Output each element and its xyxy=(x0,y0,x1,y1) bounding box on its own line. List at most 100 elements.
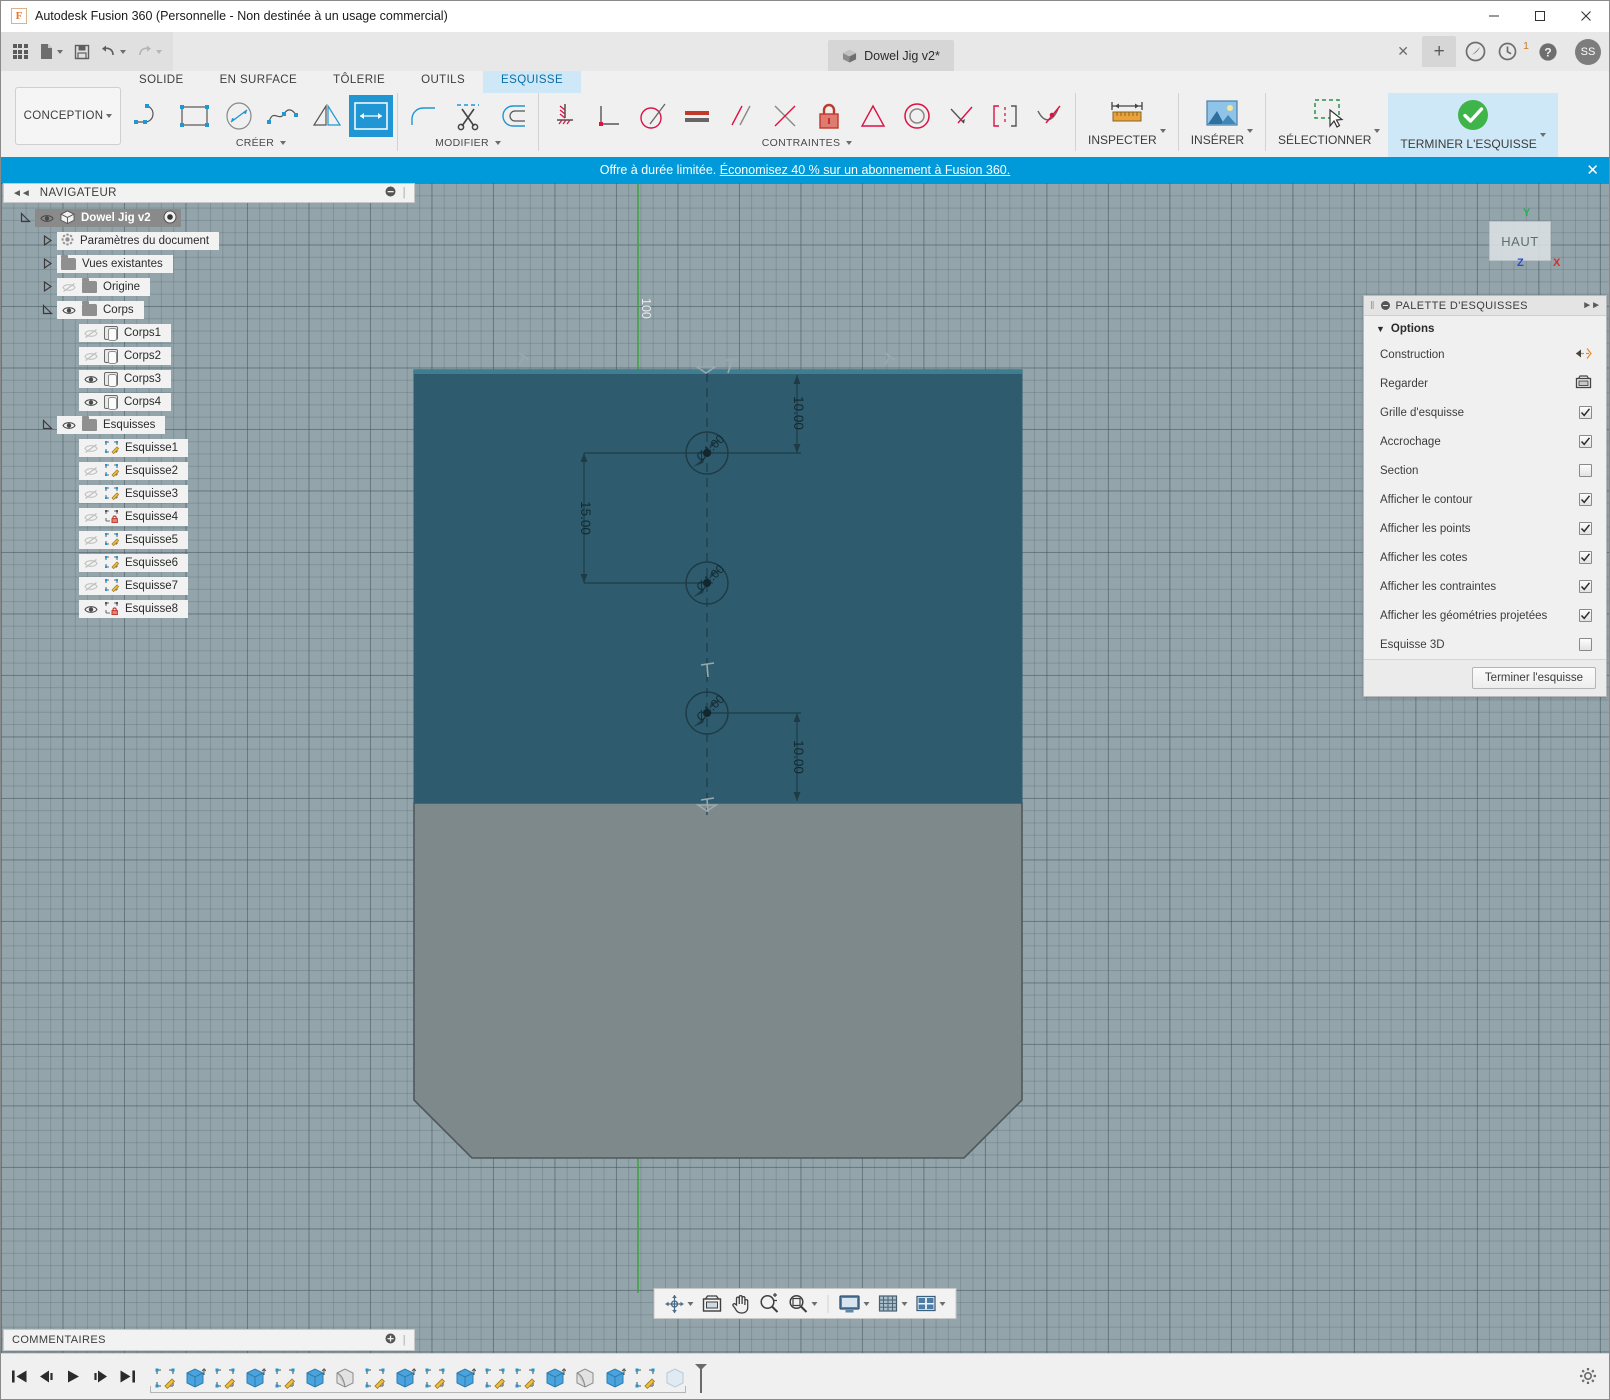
go-to-start-button[interactable] xyxy=(9,1365,29,1389)
checkbox[interactable] xyxy=(1579,551,1592,564)
tab-tolerie[interactable]: TÔLERIE xyxy=(315,71,403,93)
navigator-item-row[interactable]: Corps2 xyxy=(79,347,171,365)
navigator-item-origine[interactable]: Origine xyxy=(3,278,415,296)
palette-grip[interactable]: ‖ xyxy=(1370,300,1375,312)
navigator-item-esquisse5[interactable]: Esquisse5 xyxy=(3,531,415,549)
navigator-item-corps3[interactable]: Corps3 xyxy=(3,370,415,388)
palette-row-afficher-le-contour[interactable]: Afficher le contour xyxy=(1364,485,1606,514)
select-button[interactable]: SÉLECTIONNER xyxy=(1270,93,1388,147)
navigator-item-row[interactable]: Corps3 xyxy=(79,370,171,388)
lock-constraint-icon[interactable] xyxy=(807,95,851,137)
visibility-eye-off-icon[interactable] xyxy=(83,350,98,363)
zoom-window-icon[interactable] xyxy=(784,1289,822,1318)
visibility-eye-icon[interactable] xyxy=(61,419,76,432)
comments-bar[interactable]: COMMENTAIRES | xyxy=(3,1329,415,1351)
document-tab[interactable]: Dowel Jig v2* xyxy=(828,40,954,71)
navigator-item-corps4[interactable]: Corps4 xyxy=(3,393,415,411)
new-document-icon[interactable] xyxy=(33,37,69,67)
navigator-item-row[interactable]: Esquisses xyxy=(57,416,165,434)
checkbox[interactable] xyxy=(1579,522,1592,535)
line-tool-icon[interactable] xyxy=(129,95,173,137)
tree-expand-arrow[interactable] xyxy=(37,304,57,317)
navigator-item-esquisse3[interactable]: Esquisse3 xyxy=(3,485,415,503)
checkbox[interactable] xyxy=(1579,406,1592,419)
visibility-eye-off-icon[interactable] xyxy=(83,465,98,478)
tree-expand-arrow[interactable] xyxy=(37,258,57,271)
mirror-tool-icon[interactable] xyxy=(305,95,349,137)
palette-minimize-icon[interactable] xyxy=(1381,301,1390,310)
finish-sketch-palette-button[interactable]: Terminer l'esquisse xyxy=(1472,667,1596,689)
navigator-item-corps2[interactable]: Corps2 xyxy=(3,347,415,365)
checkbox[interactable] xyxy=(1579,435,1592,448)
maximize-button[interactable] xyxy=(1517,1,1563,32)
checkbox[interactable] xyxy=(1579,464,1592,477)
concentric-constraint-icon[interactable] xyxy=(895,95,939,137)
promo-banner-link[interactable]: Économisez 40 % sur un abonnement à Fusi… xyxy=(720,163,1010,177)
checkbox[interactable] xyxy=(1579,580,1592,593)
look-at-icon[interactable] xyxy=(1575,375,1592,392)
palette-row-afficher-les-points[interactable]: Afficher les points xyxy=(1364,514,1606,543)
visibility-eye-icon[interactable] xyxy=(39,212,54,225)
tab-outils[interactable]: OUTILS xyxy=(403,71,483,93)
pan-hand-icon[interactable] xyxy=(727,1289,755,1318)
navigator-item-row[interactable]: Corps xyxy=(57,301,144,319)
navigator-item-esquisse4[interactable]: Esquisse4 xyxy=(3,508,415,526)
minimize-button[interactable] xyxy=(1471,1,1517,32)
go-to-end-button[interactable] xyxy=(117,1365,137,1389)
redo-icon[interactable] xyxy=(131,37,167,67)
parallel-constraint-icon[interactable] xyxy=(719,95,763,137)
step-back-button[interactable] xyxy=(36,1365,56,1389)
visibility-eye-icon[interactable] xyxy=(83,603,98,616)
close-button[interactable] xyxy=(1563,1,1609,32)
promo-banner-close-icon[interactable]: ✕ xyxy=(1586,157,1599,183)
tree-expand-arrow[interactable] xyxy=(37,281,57,294)
apps-grid-icon[interactable] xyxy=(7,37,33,67)
minus-circle-icon[interactable] xyxy=(385,186,396,200)
curvature-constraint-icon[interactable] xyxy=(983,95,1027,137)
palette-row-grille-d-esquisse[interactable]: Grille d'esquisse xyxy=(1364,398,1606,427)
navigator-item-esquisse7[interactable]: Esquisse7 xyxy=(3,577,415,595)
navigator-item-row[interactable]: Dowel Jig v2 xyxy=(35,209,181,227)
visibility-eye-off-icon[interactable] xyxy=(83,534,98,547)
palette-row-esquisse-3d[interactable]: Esquisse 3D xyxy=(1364,630,1606,659)
viewport-layout-icon[interactable] xyxy=(912,1289,950,1318)
navigator-item-row[interactable]: Esquisse2 xyxy=(79,462,188,480)
design-workspace-button[interactable]: CONCEPTION xyxy=(15,87,121,145)
job-status-icon[interactable] xyxy=(1494,36,1520,68)
navigator-item-row[interactable]: Corps1 xyxy=(79,324,171,342)
finish-sketch-button[interactable]: TERMINER L'ESQUISSE xyxy=(1388,93,1557,157)
palette-row-accrochage[interactable]: Accrochage xyxy=(1364,427,1606,456)
symmetry-constraint-icon[interactable] xyxy=(851,95,895,137)
circle-tool-icon[interactable] xyxy=(217,95,261,137)
navigator-item-row[interactable]: Esquisse6 xyxy=(79,554,188,572)
tangent-constraint-icon[interactable] xyxy=(631,95,675,137)
fillet-tool-icon[interactable] xyxy=(402,95,446,137)
navigator-item-row[interactable]: Vues existantes xyxy=(57,255,173,273)
view-cube-face[interactable]: HAUT xyxy=(1489,221,1551,261)
visibility-eye-icon[interactable] xyxy=(83,373,98,386)
trim-scissors-icon[interactable] xyxy=(446,95,490,137)
palette-row-regarder[interactable]: Regarder xyxy=(1364,369,1606,398)
visibility-eye-off-icon[interactable] xyxy=(83,327,98,340)
save-icon[interactable] xyxy=(69,37,95,67)
equal-constraint-icon[interactable] xyxy=(675,95,719,137)
navigator-item-esquisses[interactable]: Esquisses xyxy=(3,416,415,434)
palette-row-construction[interactable]: Construction xyxy=(1364,340,1606,369)
palette-row-afficher-les-contraintes[interactable]: Afficher les contraintes xyxy=(1364,572,1606,601)
user-avatar[interactable]: SS xyxy=(1575,39,1601,65)
navigator-item-param-tres-du-document[interactable]: Paramètres du document xyxy=(3,232,415,250)
navigator-item-row[interactable]: Esquisse1 xyxy=(79,439,188,457)
navigator-item-row[interactable]: Paramètres du document xyxy=(57,232,219,250)
visibility-eye-icon[interactable] xyxy=(61,304,76,317)
comments-resize-grip[interactable]: | xyxy=(403,1334,406,1346)
fix-constraint-icon[interactable] xyxy=(543,95,587,137)
navigator-item-row[interactable]: Esquisse5 xyxy=(79,531,188,549)
timeline-end-marker[interactable] xyxy=(693,1362,707,1392)
canvas-area[interactable]: 100 xyxy=(1,183,1609,1353)
checkbox[interactable] xyxy=(1579,493,1592,506)
offset-rectangle-tool-icon[interactable] xyxy=(349,95,393,137)
navigator-item-corps[interactable]: Corps xyxy=(3,301,415,319)
checkbox[interactable] xyxy=(1579,609,1592,622)
palette-row-afficher-les-cotes[interactable]: Afficher les cotes xyxy=(1364,543,1606,572)
navigator-item-esquisse1[interactable]: Esquisse1 xyxy=(3,439,415,457)
